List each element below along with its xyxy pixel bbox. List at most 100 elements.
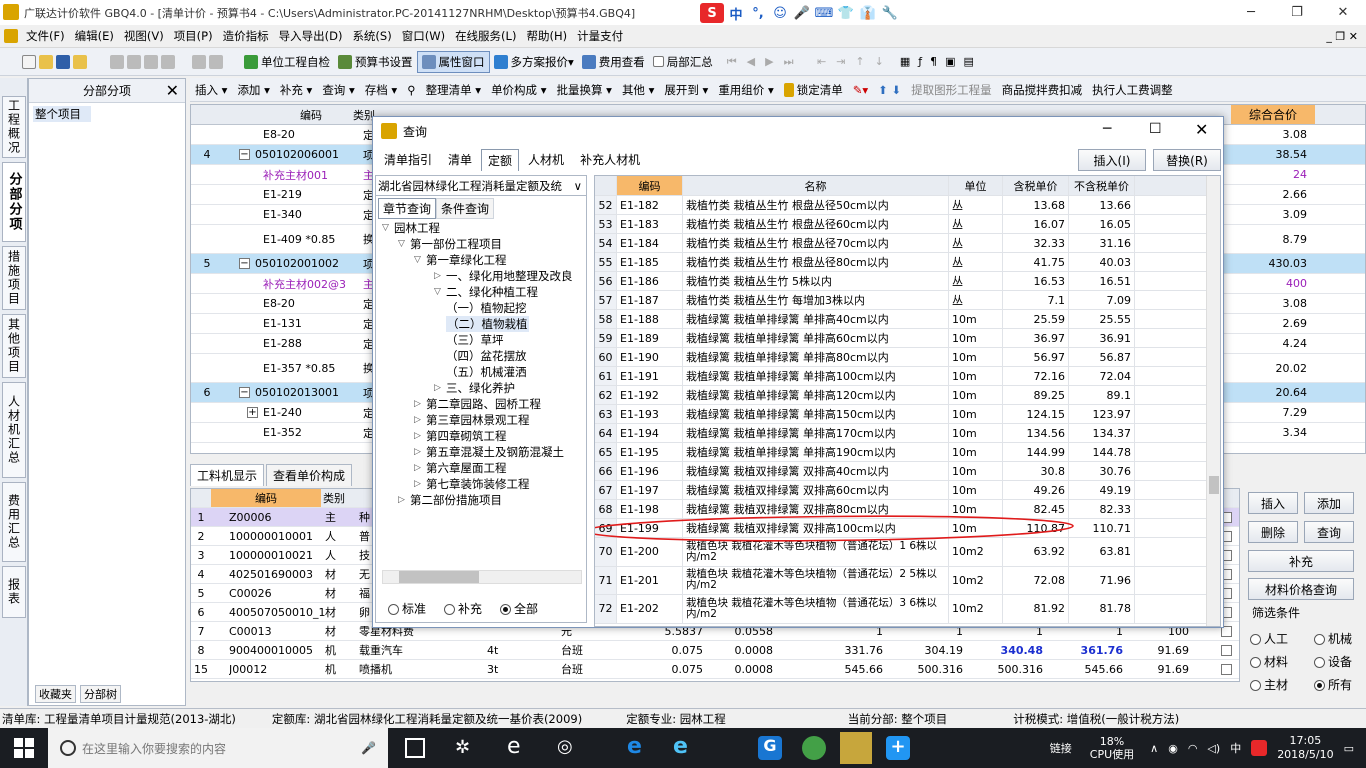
restore-icon[interactable]: ❐ xyxy=(1274,0,1320,25)
tray-expand-icon[interactable]: ∧ xyxy=(1150,742,1158,755)
expand-arrow-icon[interactable]: ▷ xyxy=(414,399,426,409)
mdi-controls[interactable]: _ ❐ ✕ xyxy=(1326,30,1358,43)
tab-quota[interactable]: 定额 xyxy=(481,149,520,171)
ime-voice-icon[interactable]: 🎤 xyxy=(792,6,812,21)
tree-node[interactable]: ▽ 第一部份工程项目 xyxy=(398,236,502,252)
menu-view[interactable]: 视图(V) xyxy=(119,28,169,44)
col-total-price[interactable]: 综合合价 xyxy=(1231,105,1315,124)
ime-keyboard-icon[interactable]: ⌨ xyxy=(814,6,834,21)
tree-node[interactable]: ▷ 第七章装饰装修工程 xyxy=(414,476,530,492)
dialog-replace-button[interactable]: 替换(R) xyxy=(1153,149,1221,171)
menu-project[interactable]: 项目(P) xyxy=(169,28,218,44)
filter-material-radio[interactable]: 材料 xyxy=(1250,653,1288,670)
ime-shirt-icon[interactable]: 👔 xyxy=(858,6,878,21)
collapse-arrow-icon[interactable]: ▽ xyxy=(398,239,410,249)
tree-node[interactable]: （一）植物起挖 xyxy=(434,300,527,316)
tab-condition-query[interactable]: 条件查询 xyxy=(436,198,495,219)
tree-node[interactable]: ▷ 第二章园路、园桥工程 xyxy=(414,396,541,412)
tab-project-overview[interactable]: 工程概况 xyxy=(2,96,26,158)
microphone-icon[interactable]: 🎤 xyxy=(361,741,376,755)
other-menu[interactable]: 其他 ▾ xyxy=(617,82,659,98)
reuse-pricing-menu[interactable]: 重用组价 ▾ xyxy=(713,82,778,98)
collapse-icon[interactable]: − xyxy=(239,258,250,269)
tab-other-items[interactable]: 其他项目 xyxy=(2,314,26,378)
tab-list[interactable]: 清单 xyxy=(441,148,479,171)
tree-node[interactable]: ▷ 第五章混凝土及钢筋混凝土 xyxy=(414,444,564,460)
expand-arrow-icon[interactable]: ▷ xyxy=(434,271,446,281)
plus-app-icon[interactable]: + xyxy=(886,736,910,760)
tree-node[interactable]: ▷ 三、绿化养护 xyxy=(434,380,515,396)
insert-button[interactable]: 插入 xyxy=(1248,492,1298,514)
horizontal-scrollbar[interactable] xyxy=(382,570,582,584)
filter-machine-radio[interactable]: 机械 xyxy=(1314,630,1352,647)
menu-cost-index[interactable]: 造价指标 xyxy=(218,28,274,44)
table-row[interactable]: 8 900400010005 机 载重汽车 4t 台班 0.075 0.0008 331.76 3… xyxy=(191,641,1239,660)
save-icon[interactable] xyxy=(56,54,70,69)
tab-fee-summary[interactable]: 费用汇总 xyxy=(2,482,26,562)
ime-toolbar[interactable]: S 中 °, ☺ 🎤 ⌨ 👕 👔 🔧 xyxy=(700,2,900,24)
tree-node[interactable]: ▷ 第二部份措施项目 xyxy=(398,492,502,508)
ime-emoji-icon[interactable]: ☺ xyxy=(770,6,790,21)
folder-icon[interactable] xyxy=(73,54,87,69)
tab-section-tree[interactable]: 分部树 xyxy=(80,685,121,703)
query-menu[interactable]: 查询 ▾ xyxy=(317,82,359,98)
delete-button[interactable]: 删除 xyxy=(1248,521,1298,543)
filter-all-radio[interactable]: 所有 xyxy=(1314,676,1352,693)
windows-start-icon[interactable] xyxy=(14,738,34,758)
copy-icon[interactable] xyxy=(127,54,141,69)
menu-file[interactable]: 文件(F) xyxy=(21,28,70,44)
ime-tool-icon[interactable]: 🔧 xyxy=(880,6,900,21)
expand-to-menu[interactable]: 展开到 ▾ xyxy=(659,82,713,98)
dialog-insert-button[interactable]: 插入(I) xyxy=(1078,149,1146,171)
tab-labor-material[interactable]: 人材机 xyxy=(521,148,571,171)
close-icon[interactable]: ✕ xyxy=(1320,0,1366,25)
collapse-icon[interactable]: − xyxy=(239,149,250,160)
archive-menu[interactable]: 存档 ▾ xyxy=(360,82,402,98)
menu-help[interactable]: 帮助(H) xyxy=(521,28,572,44)
cut-icon[interactable] xyxy=(110,54,124,69)
collapse-arrow-icon[interactable]: ▽ xyxy=(414,255,426,265)
radio-supplement[interactable]: 补充 xyxy=(444,600,482,617)
col-type[interactable]: 类别 xyxy=(323,489,353,507)
organize-list-menu[interactable]: 整理清单 ▾ xyxy=(421,82,486,98)
supplement-button[interactable]: 补充 xyxy=(1248,550,1354,572)
tab-supplement-labor-material[interactable]: 补充人材机 xyxy=(573,148,647,171)
search-input[interactable]: 在这里输入你要搜索的内容 xyxy=(82,740,226,757)
expand-arrow-icon[interactable]: ▷ xyxy=(414,463,426,473)
tab-labor-material-display[interactable]: 工料机显示 xyxy=(190,464,265,486)
menu-online[interactable]: 在线服务(L) xyxy=(450,28,521,44)
up-down-arrows-icon[interactable]: ⬆ ⬇ xyxy=(873,83,906,97)
tray-lang[interactable]: 中 xyxy=(1230,740,1241,756)
gbq-app-icon-active[interactable] xyxy=(840,732,872,764)
collapse-arrow-icon[interactable]: ▽ xyxy=(382,223,394,233)
expand-arrow-icon[interactable]: ▷ xyxy=(398,495,410,505)
menu-import-export[interactable]: 导入导出(D) xyxy=(274,28,348,44)
col-code[interactable]: 编码 xyxy=(211,489,321,507)
tree-node[interactable]: （三）草坪 xyxy=(434,332,504,348)
expand-arrow-icon[interactable]: ▷ xyxy=(414,415,426,425)
open-icon[interactable] xyxy=(39,54,53,69)
tab-sub-items[interactable]: 分部分项 xyxy=(2,162,26,242)
lock-list-button[interactable]: 锁定清单 xyxy=(779,82,848,98)
collapse-arrow-icon[interactable]: ▽ xyxy=(434,287,446,297)
delete-icon[interactable] xyxy=(161,54,175,69)
supplement-menu[interactable]: 补充 ▾ xyxy=(275,82,317,98)
tree-node[interactable]: ▽ 第一章绿化工程 xyxy=(414,252,507,268)
partial-summary-checkbox[interactable]: 局部汇总 xyxy=(649,51,717,73)
library-select[interactable]: 湖北省园林绿化工程消耗量定额及统 ∨ xyxy=(376,176,586,196)
tab-list-guide[interactable]: 清单指引 xyxy=(377,148,439,171)
undo-icon[interactable] xyxy=(192,54,206,69)
volume-icon[interactable]: ◁) xyxy=(1207,742,1220,755)
format-icons[interactable]: ▦ƒ¶▣▤ xyxy=(900,55,982,68)
binoculars-icon[interactable]: ⚲ xyxy=(402,83,420,97)
tree-node[interactable]: ▽ 园林工程 xyxy=(382,220,440,236)
dialog-minimize-icon[interactable]: ─ xyxy=(1103,121,1111,137)
collapse-icon[interactable]: − xyxy=(239,387,250,398)
menu-system[interactable]: 系统(S) xyxy=(347,28,396,44)
extract-quantity-button[interactable]: 提取图形工程量 xyxy=(906,82,997,98)
tree-node[interactable]: ▽ 二、绿化种植工程 xyxy=(434,284,538,300)
fan-app-icon[interactable]: ✲ xyxy=(455,737,470,758)
ie-icon-2[interactable]: e xyxy=(673,734,688,759)
add-menu[interactable]: 添加 ▾ xyxy=(232,82,274,98)
tree-node[interactable]: ▷ 第六章屋面工程 xyxy=(414,460,507,476)
